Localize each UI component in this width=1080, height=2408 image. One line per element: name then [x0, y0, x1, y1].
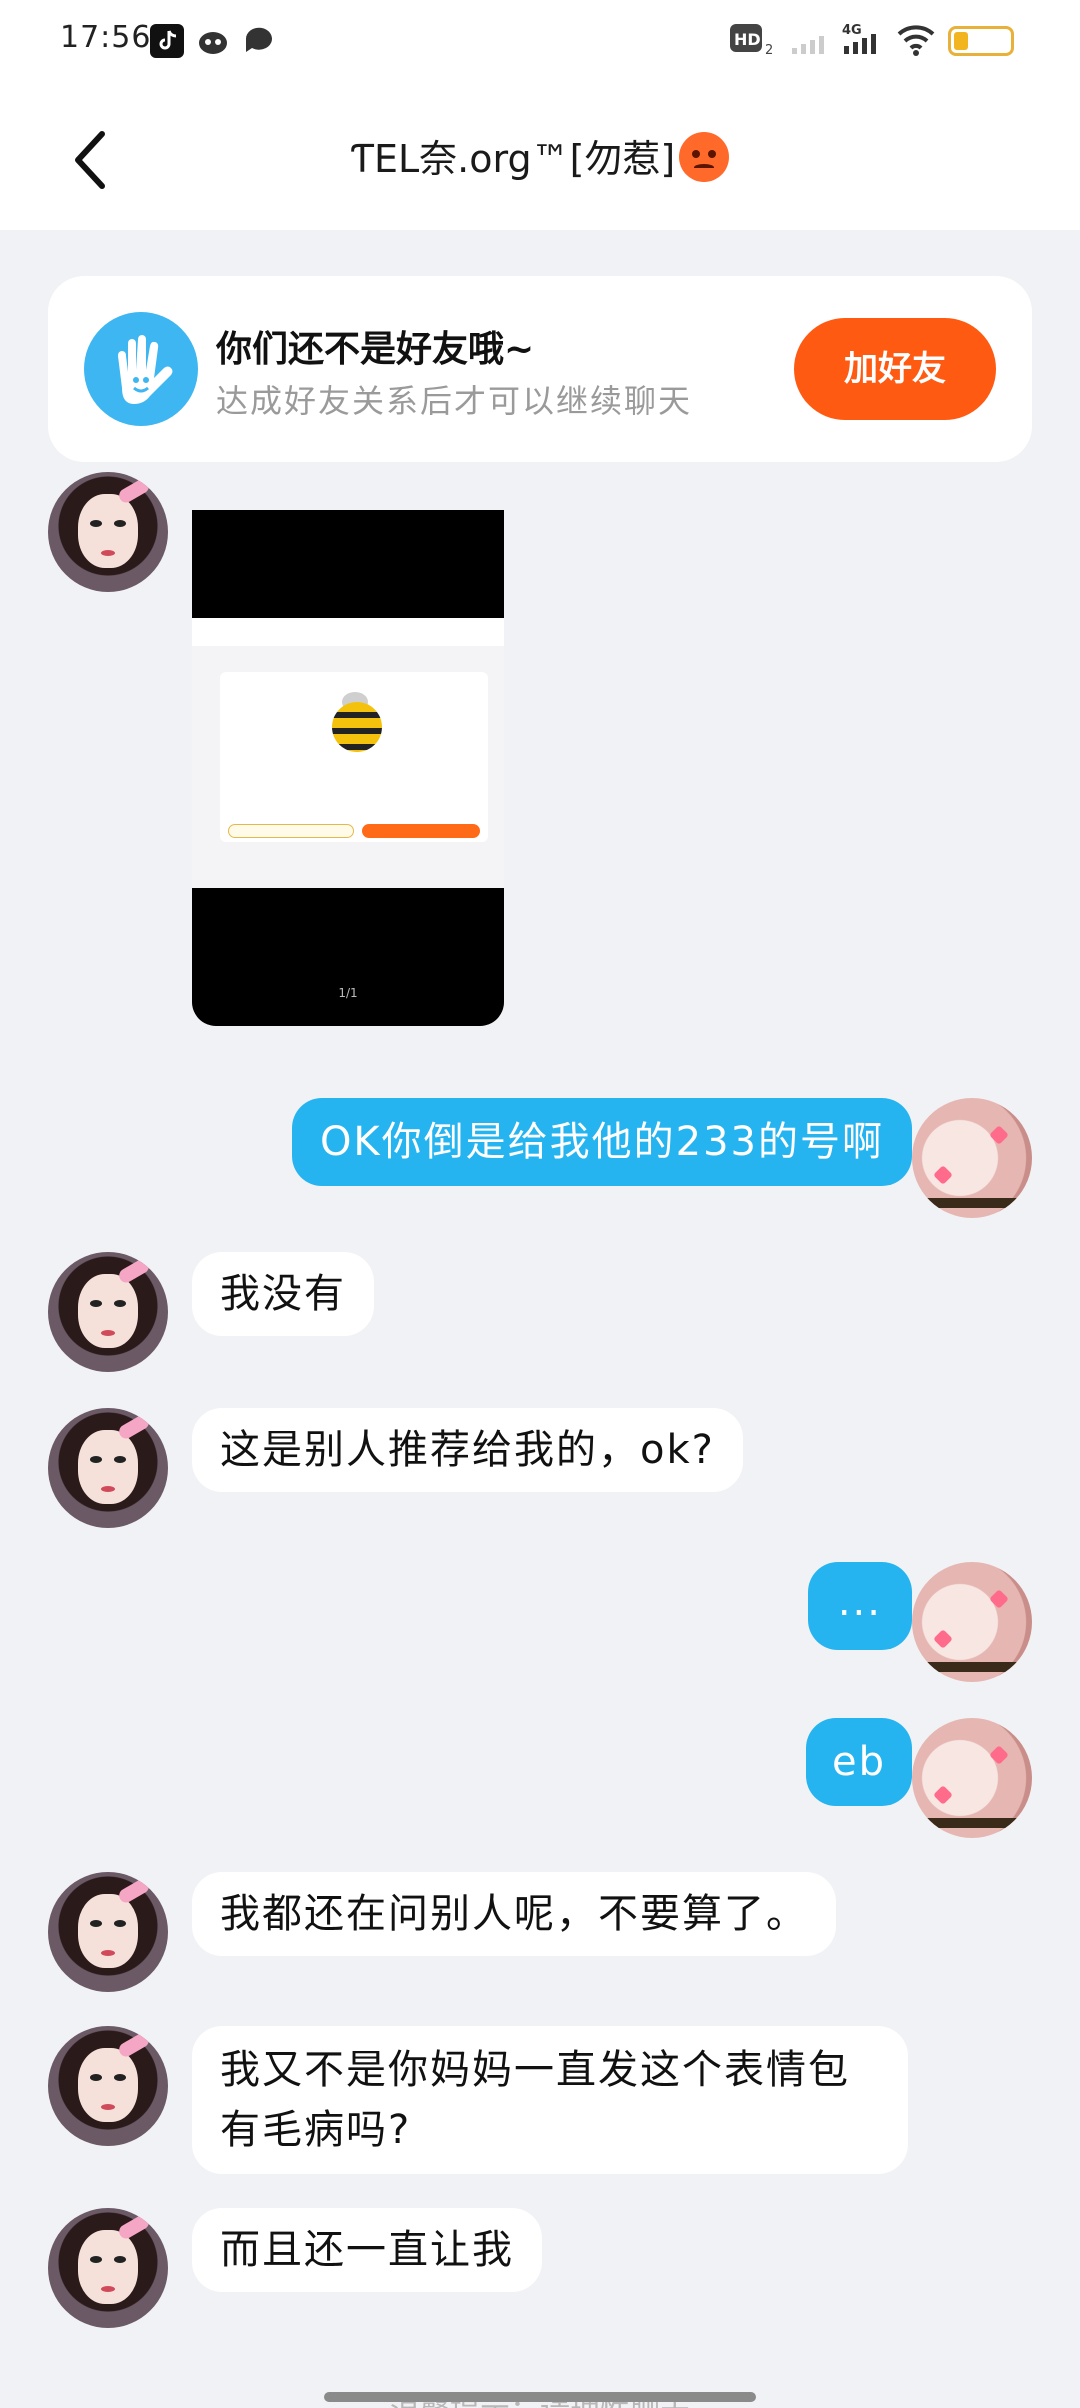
- image-counter: 1/1: [338, 986, 358, 1000]
- message-bubble-incoming[interactable]: 我都还在问别人呢，不要算了。: [192, 1872, 836, 1956]
- my-avatar[interactable]: [912, 1718, 1032, 1838]
- battery-icon: [948, 26, 1014, 56]
- status-bar: 17:56 HD 2 4G: [0, 0, 1080, 84]
- message-bubble-outgoing[interactable]: OK你倒是给我他的233的号啊: [291, 1098, 912, 1186]
- cat-app-icon: [199, 32, 227, 54]
- chat-title: ƬEL奈.org™[勿惹]: [0, 128, 1080, 183]
- signal-weak-icon: [792, 36, 824, 54]
- add-friend-button[interactable]: 加好友: [794, 318, 996, 420]
- image-message[interactable]: 1/1: [192, 510, 504, 1026]
- bee-mascot-icon: [332, 702, 382, 752]
- message-bubble-incoming[interactable]: 而且还一直让我: [192, 2208, 542, 2292]
- wifi-icon: [897, 25, 935, 56]
- angry-face-emoji-icon: [679, 132, 730, 182]
- not-friends-card: 你们还不是好友哦~ 达成好友关系后才可以继续聊天 加好友: [48, 276, 1032, 462]
- tiktok-icon: [150, 24, 184, 58]
- hd-icon: HD 2: [730, 24, 773, 58]
- home-indicator[interactable]: [324, 2392, 756, 2402]
- message-bubble-outgoing[interactable]: ...: [807, 1562, 912, 1650]
- chat-header: ƬEL奈.org™[勿惹]: [0, 84, 1080, 230]
- svg-text:HD: HD: [734, 30, 761, 49]
- chat-app-icon: [245, 27, 272, 52]
- my-avatar[interactable]: [912, 1562, 1032, 1682]
- chat-title-text: ƬEL奈.org™[勿惹]: [350, 137, 676, 181]
- svg-text:2: 2: [765, 43, 773, 58]
- status-time: 17:56: [60, 20, 152, 55]
- not-friends-subtitle: 达成好友关系后才可以继续聊天: [216, 382, 693, 420]
- contact-avatar[interactable]: [48, 2208, 168, 2328]
- message-bubble-incoming[interactable]: 这是别人推荐给我的，ok?: [192, 1408, 743, 1492]
- signal-4g-icon: 4G: [842, 23, 876, 54]
- message-bubble-outgoing[interactable]: eb: [806, 1718, 912, 1806]
- contact-avatar[interactable]: [48, 2026, 168, 2146]
- message-bubble-incoming[interactable]: 我又不是你妈妈一直发这个表情包有毛病吗?: [192, 2026, 908, 2174]
- contact-avatar[interactable]: [48, 1408, 168, 1528]
- not-friends-title: 你们还不是好友哦~: [216, 329, 535, 370]
- contact-avatar[interactable]: [48, 472, 168, 592]
- contact-avatar[interactable]: [48, 1252, 168, 1372]
- message-bubble-incoming[interactable]: 我没有: [192, 1252, 374, 1336]
- waving-hand-icon: [84, 312, 198, 426]
- contact-avatar[interactable]: [48, 1872, 168, 1992]
- svg-text:4G: 4G: [842, 23, 862, 38]
- my-avatar[interactable]: [912, 1098, 1032, 1218]
- battery-level: [954, 32, 968, 50]
- screenshot-thumbnail: [192, 618, 504, 888]
